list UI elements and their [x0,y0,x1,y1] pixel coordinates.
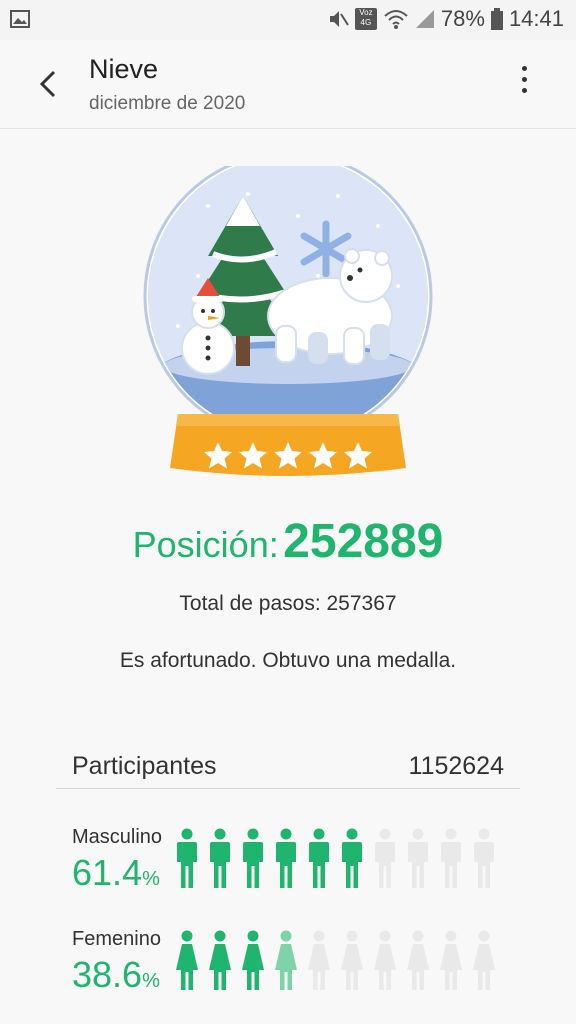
medal-message: Es afortunado. Obtuvo una medalla. [119,649,457,672]
position-label: Posición: [132,524,279,565]
male-figure-icon [342,828,362,888]
female-figure-icon [275,930,297,990]
male-label: Masculino [72,826,163,848]
page-title: Nieve [89,54,159,84]
male-figure-icon [474,828,494,888]
male-figure-icon [441,828,461,888]
female-figure-icon [407,930,429,990]
status-bar: Voz 4G 78% 14:41 [0,0,576,40]
female-figures [176,930,495,990]
mute-icon [329,11,349,27]
more-vertical-icon[interactable] [510,66,538,102]
male-figure-icon [243,828,263,888]
chevron-left-icon[interactable] [34,64,64,104]
total-steps: Total de pasos: 257367 [179,592,397,615]
ranking-position: Posición: 252889 [0,514,576,569]
app-header: Nieve diciembre de 2020 [0,40,576,129]
image-icon [10,10,30,28]
position-value: 252889 [283,515,444,568]
signal-icon [415,10,434,28]
male-figure-icon [375,828,395,888]
clock: 14:41 [508,6,564,31]
participants-row: Participantes 1152624 [56,748,520,789]
male-percent: 61.4% [72,852,160,893]
page-subtitle: diciembre de 2020 [89,93,246,114]
female-figure-icon [242,930,264,990]
participants-count: 1152624 [408,752,504,780]
battery-icon [490,8,503,30]
female-figure-icon [440,930,462,990]
female-figure-icon [308,930,330,990]
female-figure-icon [473,930,495,990]
female-figure-icon [209,930,231,990]
female-figure-icon [374,930,396,990]
female-figure-icon [176,930,198,990]
network-badge: Voz 4G [354,8,377,30]
male-figure-icon [210,828,230,888]
female-label: Femenino [72,928,161,950]
male-figure-icon [309,828,329,888]
male-figure-icon [408,828,428,888]
male-figures [176,828,495,888]
battery-percent: 78% [440,6,485,31]
participants-label: Participantes [72,752,217,780]
snow-globe-medal [143,166,433,476]
female-figure-icon [341,930,363,990]
status-icons: Voz 4G 78% 14:41 [327,6,564,32]
female-percent: 38.6% [72,954,160,995]
male-figure-icon [177,828,197,888]
male-figure-icon [276,828,296,888]
wifi-icon [384,10,408,29]
